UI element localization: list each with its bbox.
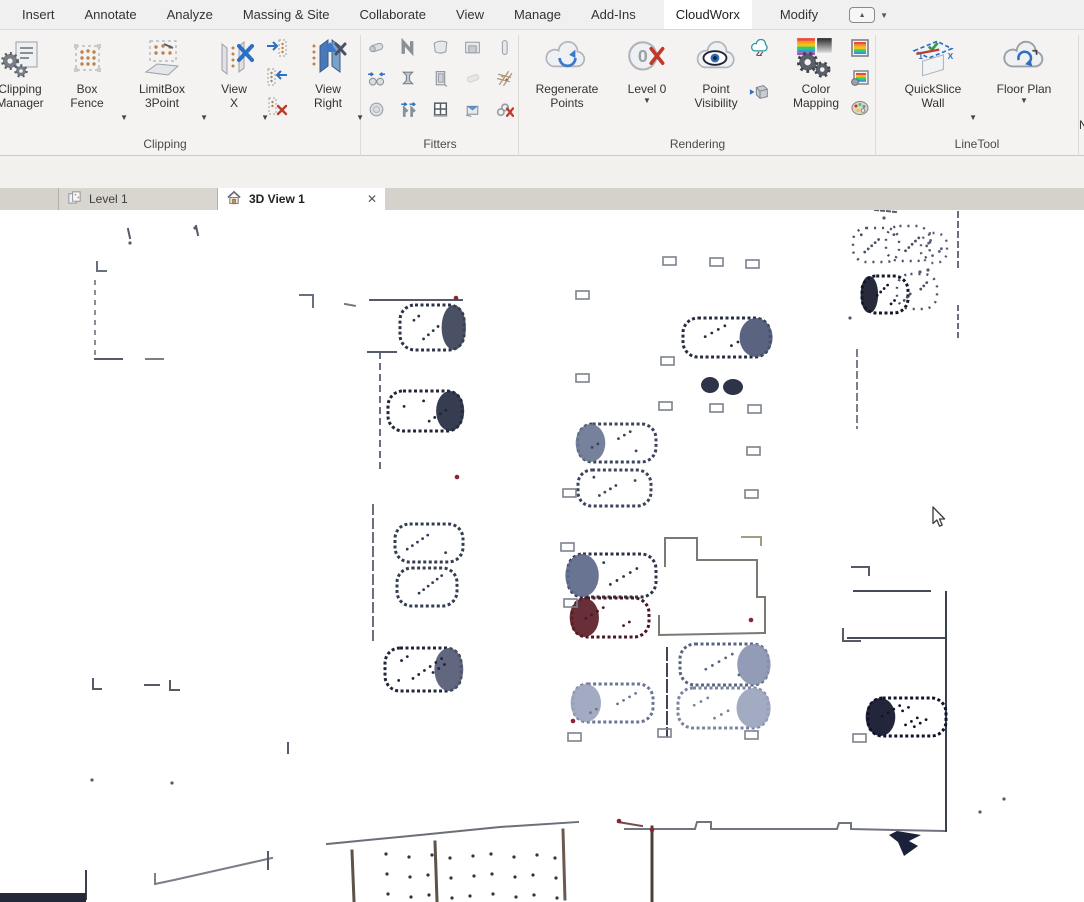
tab-insert[interactable]: Insert xyxy=(20,0,57,29)
group-label-fitters: Fitters xyxy=(362,137,518,151)
view-tab-bar: Level 1 3D View 1 ✕ xyxy=(0,188,1084,210)
regenerate-points-button[interactable]: Regenerate Points xyxy=(528,34,606,150)
slide-into-clip-icon[interactable] xyxy=(266,38,288,58)
palette-icon[interactable] xyxy=(849,98,871,118)
application-window: { "menu": { "items": [ {"label": "Insert… xyxy=(0,0,1084,902)
floor-plan-view-icon xyxy=(67,190,82,208)
floor-plan-icon xyxy=(985,34,1063,80)
view-tab-level-1[interactable]: Level 1 xyxy=(58,188,218,210)
slide-out-clip-icon[interactable] xyxy=(266,67,288,87)
point-visibility-icon xyxy=(683,34,749,80)
sheet-fitter-icon[interactable] xyxy=(463,100,482,119)
view-tab-3d-view-1[interactable]: 3D View 1 ✕ xyxy=(218,188,385,210)
limitbox-3point-label: LimitBox 3Point xyxy=(122,82,202,110)
elbow-fitter-icon[interactable] xyxy=(399,38,418,57)
box-fence-label: Box Fence xyxy=(52,82,122,110)
tab-analyze[interactable]: Analyze xyxy=(165,0,215,29)
point-cloud-view[interactable] xyxy=(0,210,1084,902)
quickslice-wall-icon: 1 X xyxy=(895,34,971,80)
level-filter-label: Level 0 xyxy=(615,82,679,96)
tab-view[interactable]: View xyxy=(454,0,486,29)
apply-to-box-icon[interactable] xyxy=(749,82,771,102)
steel-beam-icon[interactable] xyxy=(399,69,418,88)
tab-cloudworx[interactable]: CloudWorx xyxy=(664,0,752,29)
box-fence-icon xyxy=(52,34,122,80)
tab-add-ins[interactable]: Add-Ins xyxy=(589,0,638,29)
floor-plan-button[interactable]: Floor Plan ▼ xyxy=(985,34,1063,150)
fitters-tool-grid xyxy=(367,38,517,119)
tab-annotate[interactable]: Annotate xyxy=(83,0,139,29)
view-tab-label: 3D View 1 xyxy=(249,192,305,206)
disconnect-icon[interactable] xyxy=(495,100,514,119)
sphere-fitter-icon[interactable] xyxy=(367,100,386,119)
quickslice-wall-dropdown-icon[interactable]: ▼ xyxy=(969,113,977,122)
ribbon-collapse-caret-icon[interactable]: ▼ xyxy=(880,11,888,20)
clipped-next-group-text: N xyxy=(1079,118,1084,132)
regenerate-points-icon xyxy=(528,34,606,80)
view-x-icon xyxy=(205,34,263,80)
view-right-label: View Right xyxy=(298,82,358,110)
color-ramp-icon[interactable] xyxy=(849,38,871,58)
quickslice-wall-label: QuickSlice Wall xyxy=(895,82,971,110)
rendering-small-buttons-2 xyxy=(849,38,871,118)
view-right-icon xyxy=(298,34,358,80)
pipe-fitter-icon[interactable] xyxy=(367,38,386,57)
home-3d-view-icon xyxy=(226,190,242,208)
view-right-dropdown-icon[interactable]: ▼ xyxy=(356,113,364,122)
floor-plan-label: Floor Plan xyxy=(985,82,1063,96)
point-visibility-label: Point Visibility xyxy=(683,82,749,110)
level-filter-dropdown-icon[interactable]: ▼ xyxy=(615,97,679,105)
point-visibility-button[interactable]: Point Visibility xyxy=(683,34,749,150)
svg-text:0: 0 xyxy=(638,46,648,66)
clipping-small-buttons xyxy=(266,38,288,116)
view-x-label: View X xyxy=(205,82,263,110)
tab-collaborate[interactable]: Collaborate xyxy=(358,0,429,29)
find-fitting-icon[interactable] xyxy=(367,69,386,88)
window-fitter-icon[interactable] xyxy=(431,100,450,119)
mouse-cursor xyxy=(933,507,945,526)
sloped-grid-icon[interactable] xyxy=(495,69,514,88)
level-filter-button[interactable]: 0 Level 0 ▼ xyxy=(615,34,679,150)
wall-fitter-icon[interactable] xyxy=(431,38,450,57)
remove-clip-icon[interactable] xyxy=(266,96,288,116)
column-fitter-icon[interactable] xyxy=(495,38,514,57)
tab-modify[interactable]: Modify xyxy=(778,0,820,29)
rendering-small-buttons xyxy=(749,40,771,102)
cloudworx-ribbon: Clipping Fitters Rendering LineTool Clip… xyxy=(0,30,1084,156)
ribbon-tab-bar: Insert Annotate Analyze Massing & Site C… xyxy=(0,0,1084,30)
view-x-button[interactable]: View X ▼ xyxy=(205,34,263,150)
floor-plan-dropdown-icon[interactable]: ▼ xyxy=(985,97,1063,105)
limitbox-3point-icon xyxy=(122,34,202,80)
tab-manage[interactable]: Manage xyxy=(512,0,563,29)
color-mapping-icon xyxy=(779,34,853,80)
level-zero-icon: 0 xyxy=(615,34,679,80)
ribbon-collapse-icon[interactable]: ▲ xyxy=(849,7,875,23)
color-mapping-label: Color Mapping xyxy=(779,82,853,110)
pipe-faded-icon[interactable] xyxy=(463,69,482,88)
door-fitter-icon[interactable] xyxy=(431,69,450,88)
tab-massing-site[interactable]: Massing & Site xyxy=(241,0,332,29)
view-tab-label: Level 1 xyxy=(89,192,128,206)
close-tab-icon[interactable]: ✕ xyxy=(367,192,377,206)
color-ramp-settings-icon[interactable] xyxy=(849,68,871,88)
pipe-run-icon[interactable] xyxy=(399,100,418,119)
svg-text:X: X xyxy=(948,51,954,61)
options-strip xyxy=(0,156,1084,188)
view-right-button[interactable]: View Right ▼ xyxy=(298,34,358,150)
limitbox-3point-button[interactable]: LimitBox 3Point ▼ xyxy=(122,34,202,150)
drawing-area[interactable] xyxy=(0,210,1084,902)
svg-text:1: 1 xyxy=(918,51,923,61)
cloud-settings-icon[interactable] xyxy=(749,40,771,60)
box-fence-button[interactable]: Box Fence ▼ xyxy=(52,34,122,150)
box-fitter-icon[interactable] xyxy=(463,38,482,57)
color-mapping-button[interactable]: Color Mapping xyxy=(779,34,853,150)
quickslice-wall-button[interactable]: 1 X QuickSlice Wall ▼ xyxy=(895,34,971,150)
regenerate-points-label: Regenerate Points xyxy=(528,82,606,110)
